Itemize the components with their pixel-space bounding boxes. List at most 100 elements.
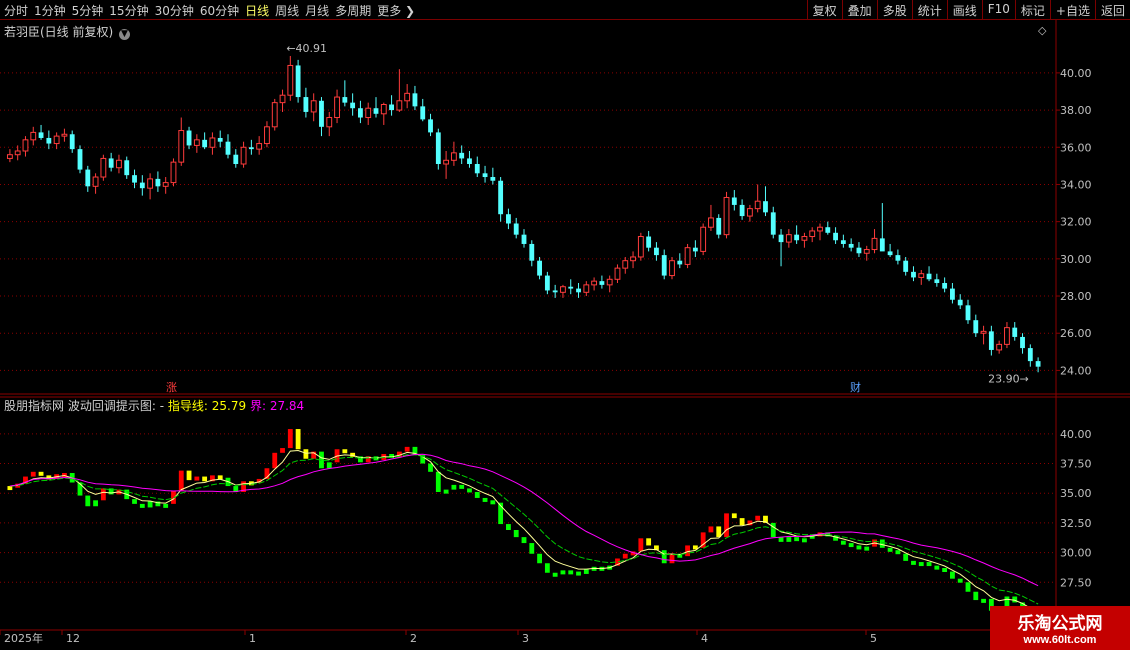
- candle-body: [459, 152, 465, 159]
- indicator-bar: [794, 537, 800, 542]
- indicator-bar: [202, 476, 208, 482]
- toolbar-button[interactable]: 复权: [806, 0, 842, 19]
- event-marker-zhang: 涨: [166, 381, 177, 394]
- indicator-bar: [272, 452, 278, 469]
- period-tab[interactable]: 30分钟: [155, 4, 194, 18]
- candle-body: [92, 176, 99, 187]
- indicator-bar: [537, 553, 542, 564]
- candle-body: [108, 158, 114, 168]
- indicator-bar: [957, 578, 963, 583]
- x-tick-label: 2: [410, 632, 417, 645]
- x-tick-label: 12: [66, 632, 80, 645]
- toolbar-button[interactable]: +自选: [1049, 0, 1095, 19]
- toolbar-button[interactable]: 标记: [1014, 0, 1050, 19]
- watermark: 乐淘公式网 www.60lt.com: [990, 606, 1130, 650]
- candle-body: [450, 152, 457, 161]
- indicator-bar: [544, 563, 550, 573]
- high-price-label: ←40.91: [286, 42, 327, 55]
- candle-body: [295, 65, 301, 98]
- candle-body: [863, 249, 870, 254]
- toolbar-button[interactable]: 返回: [1094, 0, 1130, 19]
- candle-body: [934, 279, 940, 284]
- candle-body: [482, 173, 488, 178]
- indicator-bar: [303, 449, 309, 459]
- candle-body: [599, 281, 605, 285]
- candle-body: [46, 137, 52, 144]
- indicator-bar: [280, 448, 285, 453]
- candle-body: [358, 108, 363, 118]
- candle-body: [69, 134, 75, 150]
- candle-body: [365, 107, 372, 119]
- candle-body: [622, 260, 629, 269]
- candle-body: [918, 273, 925, 278]
- indicator-bar: [560, 570, 566, 575]
- indicator-bar: [552, 572, 558, 577]
- candle-body: [965, 305, 971, 321]
- candle-body: [404, 92, 411, 102]
- candle-body: [116, 159, 122, 169]
- period-tab[interactable]: 1分钟: [34, 4, 66, 18]
- x-tick-label: 1: [249, 632, 256, 645]
- candle-body: [560, 286, 566, 293]
- period-tab[interactable]: 5分钟: [72, 4, 104, 18]
- toolbar-button[interactable]: 统计: [911, 0, 947, 19]
- toolbar-button[interactable]: 画线: [946, 0, 982, 19]
- period-tab[interactable]: 分时: [4, 4, 28, 18]
- indicator-bar: [770, 522, 776, 538]
- candle-body: [38, 132, 44, 138]
- indicator-bar: [506, 524, 511, 530]
- y-tick-label: 30.00: [1060, 547, 1092, 560]
- candle-body: [380, 104, 387, 115]
- candle-body: [1035, 361, 1041, 367]
- candle-body: [100, 157, 107, 178]
- indicator-bar: [1012, 596, 1018, 603]
- diamond-icon: ◇: [1038, 24, 1047, 37]
- y-tick-label: 34.00: [1060, 178, 1092, 191]
- guide-line: [9, 449, 1039, 614]
- period-tab[interactable]: 日线: [245, 4, 269, 18]
- candle-body: [973, 320, 979, 334]
- period-tab[interactable]: 多周期: [335, 4, 371, 18]
- candle-body: [217, 137, 223, 142]
- period-tab[interactable]: 周线: [275, 4, 299, 18]
- toolbar-button[interactable]: F10: [981, 0, 1015, 19]
- candle-body: [264, 126, 270, 145]
- candle-body: [435, 132, 441, 165]
- indicator-bar: [848, 543, 854, 548]
- period-toolbar: 分时 1分钟 5分钟 15分钟 30分钟 60分钟 日线 周线 月线 多周期 更多 ❯ 复权 叠加 多股…: [0, 0, 1130, 20]
- period-tab[interactable]: 15分钟: [109, 4, 148, 18]
- indicator-bar: [30, 471, 36, 477]
- candle-body: [209, 137, 216, 148]
- indicator-bar: [7, 486, 13, 491]
- candle-body: [996, 343, 1003, 351]
- indicator-bar: [973, 591, 979, 601]
- candle-body: [833, 232, 838, 241]
- toolbar-button[interactable]: 多股: [876, 0, 912, 19]
- candle-body: [677, 260, 683, 265]
- candle-body: [614, 267, 621, 280]
- candle-body: [53, 135, 60, 145]
- candle-body: [654, 247, 659, 256]
- y-tick-label: 27.50: [1060, 576, 1092, 589]
- candle-body: [1020, 336, 1025, 349]
- indicator-bar: [132, 499, 137, 504]
- indicator-bar: [194, 476, 200, 481]
- period-tab[interactable]: 更多 ❯: [377, 4, 415, 18]
- indicator-bar: [981, 598, 986, 603]
- indicator-bar: [950, 571, 955, 579]
- indicator-bar: [918, 562, 924, 567]
- grid-lines: [0, 20, 1130, 631]
- kline-chart[interactable]: 40.00 38.00 36.00 34.00 32.00 30.00 28.00 26.00…: [0, 20, 1130, 650]
- period-tab[interactable]: 月线: [305, 4, 329, 18]
- candle-body: [77, 149, 83, 170]
- candle-body: [498, 180, 504, 215]
- candle-body: [178, 130, 185, 163]
- period-tab[interactable]: 60分钟: [200, 4, 239, 18]
- indicator-bar: [513, 530, 519, 538]
- toolbar-button[interactable]: 叠加: [841, 0, 877, 19]
- candle-body: [700, 226, 707, 252]
- candle-body: [692, 247, 698, 252]
- candle-body: [684, 247, 691, 265]
- indicator-bar: [840, 540, 846, 545]
- candle-body: [887, 251, 893, 256]
